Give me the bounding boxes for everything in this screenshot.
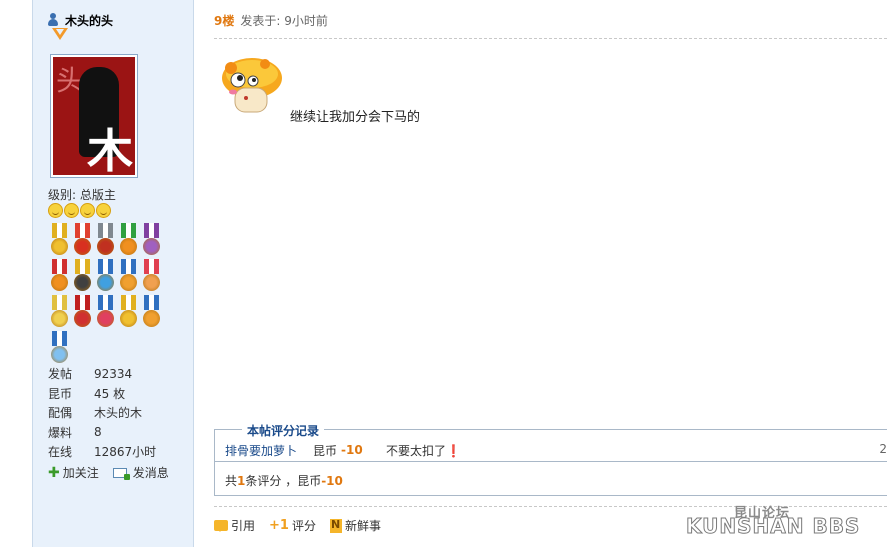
level-label: 级别: 总版主	[48, 188, 116, 202]
medal-icon	[141, 223, 162, 257]
news-icon	[329, 518, 342, 533]
medal-icon	[141, 295, 162, 329]
medal-icon	[95, 223, 116, 257]
plus-icon: ✚	[48, 464, 60, 481]
watermark-bottom: KUNSHAN BBS	[685, 514, 861, 539]
user-icon	[47, 13, 59, 27]
author-actions: ✚ 加关注 发消息	[48, 464, 169, 481]
rating-kind: 昆币	[313, 443, 338, 458]
medal-icon	[72, 259, 93, 293]
online-status-icon	[52, 28, 68, 40]
quote-label: 引用	[231, 519, 256, 533]
rating-divider	[215, 461, 887, 462]
medal-icon	[72, 223, 93, 257]
follow-button[interactable]: ✚ 加关注	[48, 464, 99, 481]
medal-icon	[118, 259, 139, 293]
author-stats: 发帖 92334 昆币 45 枚 配偶 木头的木 爆料 8 在线 12867小时	[48, 364, 156, 462]
rating-value: -10	[341, 443, 363, 457]
author-name[interactable]: 木头的头	[65, 12, 113, 29]
medal-icon	[141, 259, 162, 293]
rating-summary: 共1条评分 ，昆币-10	[225, 474, 343, 488]
medal-icon	[49, 259, 70, 293]
mail-icon	[112, 467, 130, 480]
level-smiley-icon	[48, 203, 63, 218]
level-stars	[48, 203, 111, 218]
stat-online: 在线 12867小时	[48, 445, 157, 460]
medal-grid	[49, 223, 164, 365]
medal-icon	[49, 223, 70, 257]
stat-reports: 爆料 8	[48, 425, 102, 440]
rating-box: 本帖评分记录 排骨要加萝卜 昆币 -10 不要太扣了❗ 2 共1条评分 ，昆币-…	[214, 422, 887, 496]
medal-icon	[95, 295, 116, 329]
medal-icon	[118, 223, 139, 257]
follow-label: 加关注	[62, 466, 99, 480]
post-actions: 引用 +1 评分 新鲜事	[214, 517, 381, 534]
medal-icon	[49, 295, 70, 329]
posted-time: 发表于: 9小时前	[240, 13, 328, 28]
medal-icon	[118, 295, 139, 329]
rate-label: 评分	[291, 519, 316, 533]
message-label: 发消息	[132, 466, 169, 480]
news-button[interactable]: 新鲜事	[329, 517, 381, 534]
quote-button[interactable]: 引用	[214, 517, 255, 534]
author-row: 木头的头	[47, 12, 113, 28]
rate-button[interactable]: +1 评分	[269, 517, 316, 534]
stat-posts: 发帖 92334	[48, 366, 133, 382]
level-smiley-icon	[96, 203, 111, 218]
post-content: 继续让我加分会下马的	[290, 110, 421, 125]
mushroom-emoticon-icon	[222, 58, 282, 113]
level-smiley-icon	[64, 203, 79, 218]
stat-spouse: 配偶 木头的木	[48, 406, 143, 421]
message-button[interactable]: 发消息	[112, 464, 169, 481]
floor-number[interactable]: 9楼	[214, 12, 234, 29]
rating-row: 排骨要加萝卜 昆币 -10 不要太扣了❗ 2	[225, 442, 887, 458]
rating-user[interactable]: 排骨要加萝卜	[225, 442, 305, 459]
medal-icon	[49, 331, 70, 365]
plus-one-icon: +1	[269, 518, 289, 533]
avatar-text-bottom: 木	[87, 124, 133, 175]
news-label: 新鲜事	[344, 519, 381, 533]
medal-icon	[95, 259, 116, 293]
quote-icon	[214, 520, 228, 532]
rating-summary-value: -10	[321, 474, 343, 488]
divider	[214, 38, 887, 39]
post-header: 9楼 发表于: 9小时前	[214, 12, 328, 28]
site-watermark: 昆山论坛 KUNSHAN BBS	[685, 500, 886, 542]
medal-icon	[72, 295, 93, 329]
level-smiley-icon	[80, 203, 95, 218]
author-sidebar: 木头的头 头 木 级别: 总版主 发帖 92334 昆币 45 枚 配偶 木头的木 爆…	[32, 0, 194, 547]
rating-reason: 不要太扣了❗	[386, 443, 461, 458]
stat-coins: 昆币 45 枚	[48, 386, 126, 401]
avatar[interactable]: 头 木	[50, 54, 138, 178]
rating-title: 本帖评分记录	[242, 422, 325, 439]
rating-count: 2	[879, 442, 887, 456]
